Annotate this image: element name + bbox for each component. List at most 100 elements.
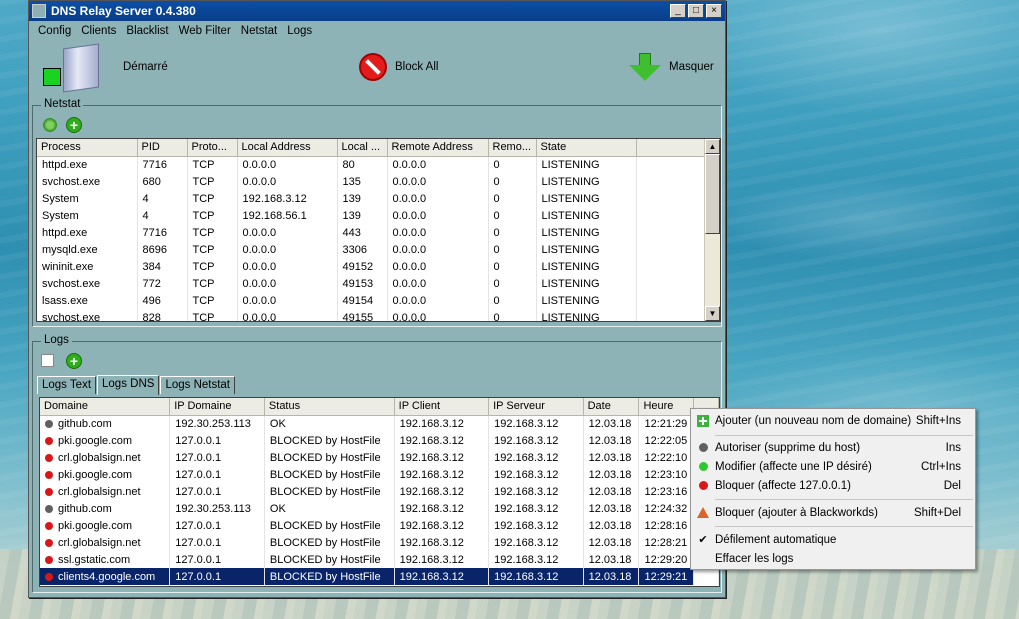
- netstat-column-header[interactable]: Local ...: [337, 139, 388, 157]
- table-cell: 12.03.18: [583, 500, 640, 517]
- table-row[interactable]: pki.google.com 127.0.0.1 BLOCKED by HostFi…: [40, 432, 719, 449]
- minimize-button[interactable]: _: [670, 4, 686, 18]
- logs-column-header[interactable]: IP Domaine: [169, 398, 265, 416]
- table-row[interactable]: wininit.exe 384 TCP 0.0.0.0 49152 0.0.0.0 0 LIS…: [37, 258, 707, 275]
- green-dot-icon: [698, 462, 708, 471]
- clear-logs-icon[interactable]: [41, 354, 54, 367]
- table-cell: 192.168.3.12: [488, 568, 584, 585]
- menu-blacklist[interactable]: Blacklist: [121, 25, 173, 37]
- refresh-icon[interactable]: [42, 117, 58, 133]
- table-row[interactable]: httpd.exe 7716 TCP 0.0.0.0 443 0.0.0.0 0 LISTEN…: [37, 224, 707, 241]
- menu-separator: [715, 499, 973, 500]
- table-cell: 192.168.3.12: [394, 534, 490, 551]
- menu-item-block-blackwords[interactable]: Bloquer (ajouter à Blackworkds) Shift+De…: [691, 503, 975, 522]
- menu-item-modify[interactable]: Modifier (affecte une IP désiré) Ctrl+In…: [691, 457, 975, 476]
- logs-legend: Logs: [41, 334, 72, 346]
- table-cell: 49154: [337, 292, 388, 309]
- scroll-up-button[interactable]: ▲: [705, 139, 720, 154]
- netstat-column-header[interactable]: Proto...: [187, 139, 238, 157]
- tab-logs-dns[interactable]: Logs DNS: [97, 375, 160, 395]
- logs-column-header[interactable]: Date: [583, 398, 640, 416]
- table-cell: 0.0.0.0: [387, 173, 489, 190]
- menu-item-autoscroll[interactable]: ✔ Défilement automatique: [691, 530, 975, 549]
- netstat-column-header[interactable]: [636, 139, 707, 157]
- status-label: Démarré: [123, 61, 168, 73]
- menu-item-add[interactable]: Ajouter (un nouveau nom de domaine) Shif…: [691, 411, 975, 430]
- domain-cell: crl.globalsign.net: [40, 483, 171, 500]
- menu-item-clear-logs[interactable]: Effacer les logs: [691, 549, 975, 568]
- table-cell: TCP: [187, 190, 238, 207]
- menu-item-shortcut: Shift+Ins: [915, 414, 961, 427]
- menu-item-label: Modifier (affecte une IP désiré): [715, 460, 872, 473]
- table-cell: 127.0.0.1: [169, 432, 265, 449]
- red-dot-icon: [45, 521, 53, 530]
- close-button[interactable]: ×: [706, 4, 722, 18]
- table-row[interactable]: clients4.google.com 127.0.0.1 BLOCKED by H…: [40, 568, 719, 585]
- netstat-column-header[interactable]: State: [536, 139, 637, 157]
- netstat-column-header[interactable]: Process: [37, 139, 138, 157]
- red-dot-icon: [45, 453, 53, 462]
- block-all-button[interactable]: Block All: [359, 53, 438, 81]
- scroll-down-button[interactable]: ▼: [705, 306, 720, 321]
- netstat-scrollbar[interactable]: ▲ ▼: [704, 139, 720, 321]
- table-row[interactable]: crl.globalsign.net 127.0.0.1 BLOCKED by Ho…: [40, 449, 719, 466]
- logs-group: Logs + Logs Text Logs DNS Logs Netstat D…: [32, 334, 722, 593]
- table-row[interactable]: crl.globalsign.net 127.0.0.1 BLOCKED by Ho…: [40, 483, 719, 500]
- hide-button[interactable]: Masquer: [629, 53, 714, 81]
- table-cell: 12.03.18: [583, 449, 640, 466]
- menu-item-allow[interactable]: Autoriser (supprime du host) Ins: [691, 438, 975, 457]
- table-cell: OK: [264, 415, 395, 432]
- server-status-button[interactable]: Démarré: [43, 43, 168, 93]
- tab-logs-text[interactable]: Logs Text: [37, 376, 97, 394]
- add-icon[interactable]: +: [66, 117, 82, 133]
- netstat-column-header[interactable]: Remote Address: [387, 139, 489, 157]
- table-row[interactable]: github.com 192.30.253.113 OK 192.168.3.12 19…: [40, 415, 719, 432]
- table-row[interactable]: crl.globalsign.net 127.0.0.1 BLOCKED by Ho…: [40, 534, 719, 551]
- table-row[interactable]: github.com 192.30.253.113 OK 192.168.3.12 19…: [40, 500, 719, 517]
- table-row[interactable]: mysqld.exe 8696 TCP 0.0.0.0 3306 0.0.0.0 0 LIST…: [37, 241, 707, 258]
- maximize-button[interactable]: □: [688, 4, 704, 18]
- status-green-indicator: [43, 68, 61, 86]
- table-cell: 0.0.0.0: [387, 241, 489, 258]
- table-row[interactable]: svchost.exe 828 TCP 0.0.0.0 49155 0.0.0.0 0 LIS…: [37, 309, 707, 321]
- domain-cell: ssl.gstatic.com: [40, 551, 171, 568]
- table-row[interactable]: pki.google.com 127.0.0.1 BLOCKED by HostFi…: [40, 517, 719, 534]
- table-cell: 192.168.3.12: [394, 568, 490, 585]
- table-cell: httpd.exe: [37, 156, 138, 173]
- menu-item-block[interactable]: Bloquer (affecte 127.0.0.1) Del: [691, 476, 975, 495]
- menu-clients[interactable]: Clients: [76, 25, 121, 37]
- logs-column-header[interactable]: Domaine: [40, 398, 171, 416]
- add-icon[interactable]: +: [66, 353, 82, 369]
- table-row[interactable]: svchost.exe 772 TCP 0.0.0.0 49153 0.0.0.0 0 LIS…: [37, 275, 707, 292]
- table-cell: 192.168.3.12: [488, 415, 584, 432]
- table-cell: 192.168.3.12: [488, 466, 584, 483]
- table-row[interactable]: System 4 TCP 192.168.3.12 139 0.0.0.0 0 LISTENI…: [37, 190, 707, 207]
- table-cell: 80: [337, 156, 388, 173]
- domain-text: clients4.google.com: [58, 570, 156, 583]
- netstat-column-header[interactable]: PID: [137, 139, 188, 157]
- menu-netstat[interactable]: Netstat: [236, 25, 282, 37]
- menu-config[interactable]: Config: [33, 25, 76, 37]
- table-row[interactable]: ssl.gstatic.com 127.0.0.1 BLOCKED by HostF…: [40, 551, 719, 568]
- table-cell: 12:23:10: [638, 466, 695, 483]
- logs-column-header[interactable]: IP Serveur: [488, 398, 584, 416]
- table-row[interactable]: httpd.exe 7716 TCP 0.0.0.0 80 0.0.0.0 0 LISTENI…: [37, 156, 707, 173]
- block-all-label: Block All: [395, 61, 439, 73]
- table-cell: BLOCKED by HostFile: [264, 568, 395, 585]
- table-cell: LISTENING: [536, 275, 637, 292]
- table-row[interactable]: svchost.exe 680 TCP 0.0.0.0 135 0.0.0.0 0 LISTE…: [37, 173, 707, 190]
- title-bar[interactable]: DNS Relay Server 0.4.380 _ □ ×: [29, 1, 725, 21]
- logs-column-header[interactable]: Heure: [638, 398, 695, 416]
- menu-web-filter[interactable]: Web Filter: [174, 25, 236, 37]
- table-row[interactable]: System 4 TCP 192.168.56.1 139 0.0.0.0 0 LISTENI…: [37, 207, 707, 224]
- tab-logs-netstat[interactable]: Logs Netstat: [160, 376, 236, 394]
- menu-logs[interactable]: Logs: [282, 25, 317, 37]
- logs-column-header[interactable]: Status: [264, 398, 395, 416]
- table-row[interactable]: pki.google.com 127.0.0.1 BLOCKED by HostFi…: [40, 466, 719, 483]
- table-cell: 135: [337, 173, 388, 190]
- netstat-column-header[interactable]: Remo...: [488, 139, 537, 157]
- scroll-thumb[interactable]: [705, 154, 720, 234]
- table-row[interactable]: lsass.exe 496 TCP 0.0.0.0 49154 0.0.0.0 0 LISTE…: [37, 292, 707, 309]
- logs-column-header[interactable]: IP Client: [394, 398, 490, 416]
- netstat-column-header[interactable]: Local Address: [237, 139, 338, 157]
